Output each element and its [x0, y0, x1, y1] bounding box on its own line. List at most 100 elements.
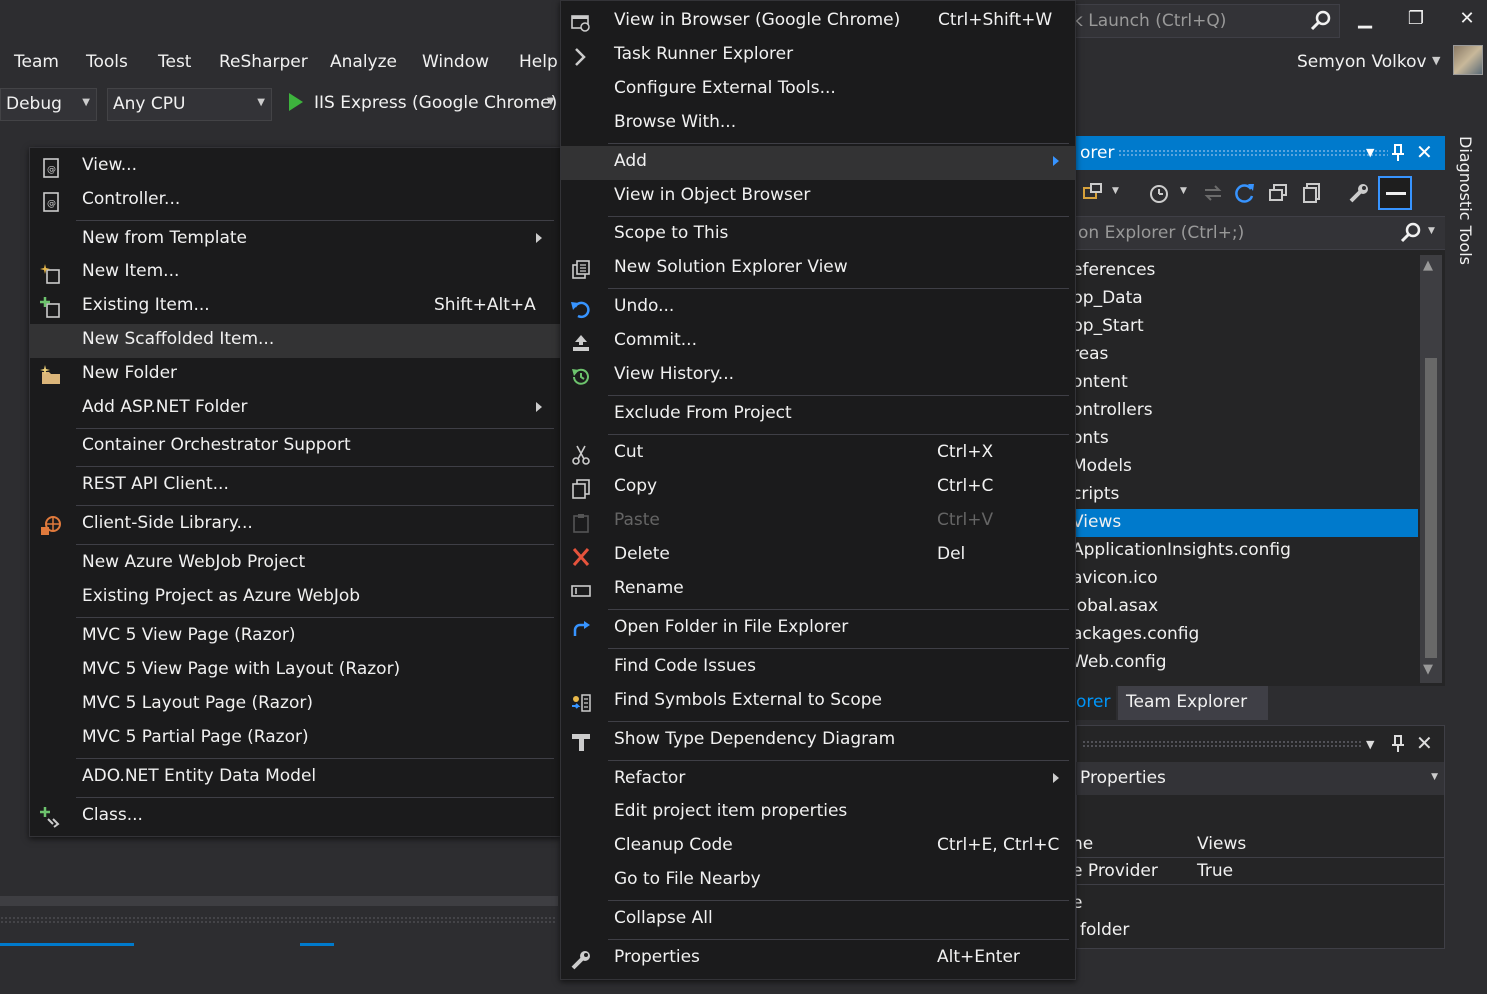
menu-item-rename[interactable]: Rename: [561, 573, 1075, 607]
menu-item-add-aspnet-folder[interactable]: Add ASP.NET Folder: [30, 392, 560, 426]
tree-item[interactable]: lobal.asax: [1072, 593, 1418, 621]
menu-item-properties[interactable]: Properties Alt+Enter: [561, 942, 1075, 976]
pin-icon[interactable]: [1391, 735, 1405, 753]
show-all-files-icon[interactable]: [1302, 182, 1324, 204]
chevron-down-icon[interactable]: ▼: [1366, 146, 1374, 159]
menu-help[interactable]: Help: [519, 52, 558, 72]
menu-test[interactable]: Test: [158, 52, 191, 72]
menu-analyze[interactable]: Analyze: [330, 52, 397, 72]
scroll-up-icon[interactable]: ▲: [1423, 258, 1433, 273]
menu-item-paste[interactable]: Paste Ctrl+V: [561, 505, 1075, 539]
menu-item-adonet-entity-model[interactable]: ADO.NET Entity Data Model: [30, 761, 560, 795]
menu-item-refactor[interactable]: Refactor: [561, 763, 1075, 797]
preview-selected-button[interactable]: [1378, 176, 1412, 210]
close-icon[interactable]: ✕: [1416, 731, 1433, 755]
chevron-down-icon[interactable]: ▼: [1180, 186, 1187, 196]
menu-window[interactable]: Window: [422, 52, 489, 72]
run-target-button[interactable]: IIS Express (Google Chrome): [314, 93, 557, 113]
menu-item-new-item[interactable]: New Item...: [30, 256, 560, 290]
menu-item-mvc5-view-page-layout[interactable]: MVC 5 View Page with Layout (Razor): [30, 654, 560, 688]
menu-item-view-in-object-browser[interactable]: View in Object Browser: [561, 180, 1075, 214]
menu-item-collapse-all[interactable]: Collapse All: [561, 903, 1075, 937]
tree-item[interactable]: reas: [1072, 341, 1418, 369]
tree-item[interactable]: eferences: [1072, 257, 1418, 285]
chevron-down-icon[interactable]: ▼: [1366, 738, 1374, 751]
menu-item-task-runner-explorer[interactable]: Task Runner Explorer: [561, 39, 1075, 73]
tree-item[interactable]: avicon.ico: [1072, 565, 1418, 593]
menu-item-mvc5-view-page[interactable]: MVC 5 View Page (Razor): [30, 620, 560, 654]
menu-item-controller[interactable]: @ Controller...: [30, 184, 560, 218]
menu-item-open-folder[interactable]: Open Folder in File Explorer: [561, 612, 1075, 646]
menu-resharper[interactable]: ReSharper: [219, 52, 308, 72]
tree-item-selected[interactable]: Views: [1072, 509, 1418, 537]
menu-item-class[interactable]: Class...: [30, 800, 560, 834]
menu-item-commit[interactable]: Commit...: [561, 325, 1075, 359]
menu-item-view-history[interactable]: View History...: [561, 359, 1075, 393]
user-name[interactable]: Semyon Volkov: [1297, 52, 1427, 72]
scrollbar-thumb[interactable]: [1425, 358, 1437, 658]
play-icon[interactable]: [288, 92, 304, 112]
menu-item-existing-azure-webjob[interactable]: Existing Project as Azure WebJob: [30, 581, 560, 615]
tab-solution-explorer[interactable]: orer: [1076, 686, 1116, 720]
pin-icon[interactable]: [1391, 144, 1405, 162]
menu-item-new-azure-webjob[interactable]: New Azure WebJob Project: [30, 547, 560, 581]
menu-item-view[interactable]: @ View...: [30, 150, 560, 184]
menu-item-undo[interactable]: Undo...: [561, 291, 1075, 325]
quick-launch-input[interactable]: k Launch (Ctrl+Q): [1068, 4, 1340, 38]
menu-item-cleanup-code[interactable]: Cleanup Code Ctrl+E, Ctrl+C: [561, 830, 1075, 864]
menu-item-add[interactable]: Add: [561, 146, 1075, 180]
menu-item-mvc5-partial-page[interactable]: MVC 5 Partial Page (Razor): [30, 722, 560, 756]
tree-item[interactable]: pp_Data: [1072, 285, 1418, 313]
tree-item[interactable]: ApplicationInsights.config: [1072, 537, 1418, 565]
chevron-down-icon[interactable]: ▼: [547, 96, 555, 107]
chevron-down-icon[interactable]: ▼: [1428, 226, 1435, 236]
tree-item[interactable]: cripts: [1072, 481, 1418, 509]
menu-item-view-in-browser[interactable]: View in Browser (Google Chrome) Ctrl+Shi…: [561, 5, 1075, 39]
close-button[interactable]: ✕: [1452, 8, 1482, 34]
chevron-down-icon[interactable]: ▼: [1432, 54, 1440, 67]
configuration-select[interactable]: Debug ▼: [0, 88, 97, 121]
menu-item-find-symbols-external[interactable]: Find Symbols External to Scope: [561, 685, 1075, 719]
minimize-button[interactable]: ▁: [1350, 8, 1380, 34]
history-icon[interactable]: [1148, 182, 1170, 204]
tree-item[interactable]: ontrollers: [1072, 397, 1418, 425]
chevron-down-icon[interactable]: ▼: [1112, 186, 1119, 196]
menu-item-new-scaffolded-item[interactable]: New Scaffolded Item...: [30, 324, 560, 358]
collapse-all-icon[interactable]: [1268, 182, 1290, 204]
menu-team[interactable]: Team: [14, 52, 59, 72]
scroll-down-icon[interactable]: ▼: [1423, 662, 1433, 677]
menu-item-cut[interactable]: Cut Ctrl+X: [561, 437, 1075, 471]
search-icon[interactable]: [1400, 222, 1422, 244]
sync-icon[interactable]: [1202, 182, 1224, 204]
menu-item-delete[interactable]: Delete Del: [561, 539, 1075, 573]
maximize-button[interactable]: ❐: [1401, 8, 1431, 34]
search-icon[interactable]: [1309, 9, 1333, 33]
menu-item-new-solution-explorer-view[interactable]: New Solution Explorer View: [561, 252, 1075, 286]
menu-item-container-orchestrator[interactable]: Container Orchestrator Support: [30, 430, 560, 464]
menu-item-configure-external-tools[interactable]: Configure External Tools...: [561, 73, 1075, 107]
tree-item[interactable]: onts: [1072, 425, 1418, 453]
refresh-icon[interactable]: [1234, 181, 1256, 205]
menu-tools[interactable]: Tools: [86, 52, 128, 72]
tab-team-explorer[interactable]: Team Explorer: [1118, 686, 1268, 720]
menu-item-copy[interactable]: Copy Ctrl+C: [561, 471, 1075, 505]
menu-item-show-type-dependency-diagram[interactable]: Show Type Dependency Diagram: [561, 724, 1075, 758]
close-icon[interactable]: ✕: [1416, 140, 1433, 164]
menu-item-mvc5-layout-page[interactable]: MVC 5 Layout Page (Razor): [30, 688, 560, 722]
tree-item[interactable]: pp_Start: [1072, 313, 1418, 341]
properties-object-select[interactable]: Properties ▼: [1076, 762, 1444, 795]
property-row[interactable]: e Provider True: [1072, 859, 1444, 885]
menu-item-scope-to-this[interactable]: Scope to This: [561, 218, 1075, 252]
menu-item-find-code-issues[interactable]: Find Code Issues: [561, 651, 1075, 685]
tree-item[interactable]: Web.config: [1072, 649, 1418, 677]
menu-item-new-folder[interactable]: New Folder: [30, 358, 560, 392]
menu-item-exclude-from-project[interactable]: Exclude From Project: [561, 398, 1075, 432]
grip-dots[interactable]: [1118, 149, 1388, 157]
wrench-icon[interactable]: [1348, 182, 1370, 204]
tree-item[interactable]: ackages.config: [1072, 621, 1418, 649]
menu-item-existing-item[interactable]: Existing Item... Shift+Alt+A: [30, 290, 560, 324]
menu-item-go-to-file-nearby[interactable]: Go to File Nearby: [561, 864, 1075, 898]
menu-item-rest-api-client[interactable]: REST API Client...: [30, 469, 560, 503]
menu-item-edit-project-item-properties[interactable]: Edit project item properties: [561, 796, 1075, 830]
grip-dots[interactable]: [1082, 740, 1362, 748]
